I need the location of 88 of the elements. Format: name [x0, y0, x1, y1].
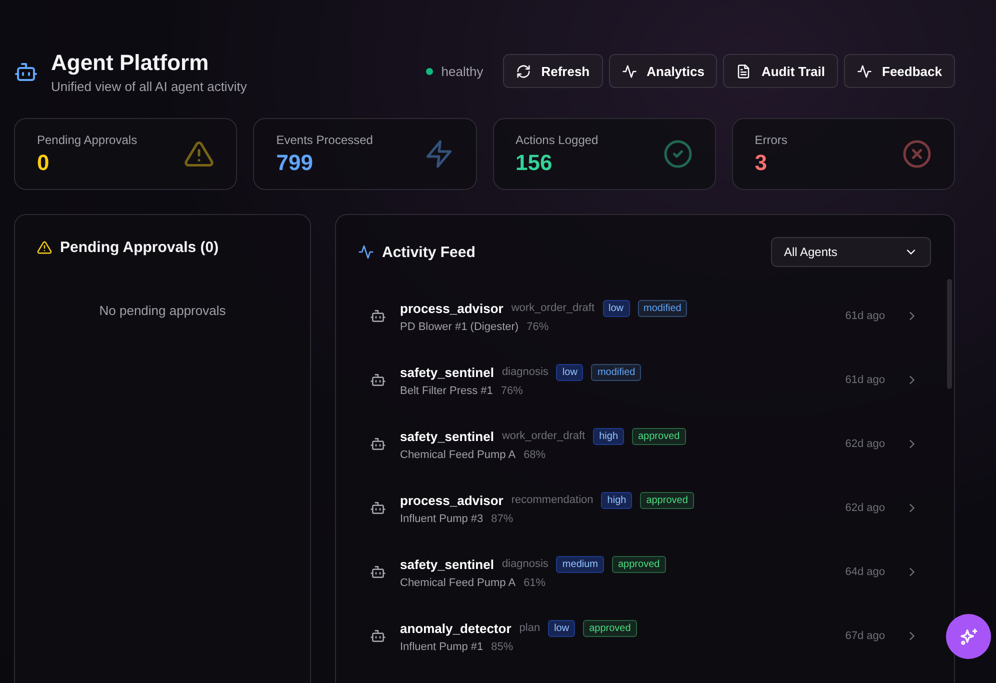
status-tag: approved: [632, 428, 686, 444]
time-ago: 61d ago: [845, 310, 885, 322]
sparkles-icon: [958, 626, 978, 646]
agent-name: safety_sentinel: [400, 364, 494, 380]
priority-tag: low: [556, 364, 584, 380]
priority-tag: high: [593, 428, 624, 444]
toolbar-button[interactable]: Refresh: [503, 54, 603, 88]
activity-row[interactable]: safety_sentinel diagnosis low modified Belt Filter Press #1 76% 61d ago: [358, 348, 931, 412]
robot-icon: [370, 564, 386, 580]
agent-filter-dropdown[interactable]: All Agents: [771, 237, 931, 267]
stat-label: Actions Logged: [516, 132, 598, 146]
robot-icon: [370, 372, 386, 388]
status-tag: approved: [583, 620, 637, 636]
event-type: diagnosis: [502, 558, 548, 570]
document-icon: [736, 64, 752, 78]
status-tag: approved: [612, 556, 666, 572]
confidence: 68%: [524, 448, 546, 460]
priority-tag: low: [602, 300, 630, 316]
activity-row[interactable]: process_advisor recommendation high approved Influent Pump #3 87% 62d ago: [358, 476, 931, 540]
pulse-icon: [358, 244, 374, 260]
panel-title: Activity Feed: [382, 244, 476, 260]
agent-name: safety_sentinel: [400, 428, 494, 444]
event-type: plan: [519, 622, 540, 634]
activity-row[interactable]: safety_sentinel work_order_draft high approved Chemical Feed Pump A 68% 62d ago: [358, 412, 931, 476]
confidence: 76%: [526, 320, 549, 332]
stat-value: 799: [276, 150, 314, 176]
stat-value: 156: [516, 150, 554, 176]
activity-row[interactable]: anomaly_detector plan low approved Influent Pump #1 85% 67d ago: [358, 604, 931, 668]
activity-row[interactable]: process_advisor work_order_draft low modified PD Blower #1 (Digester) 76% 61d ago: [358, 284, 931, 348]
agent-name: anomaly_detector: [400, 620, 512, 636]
pulse-icon: [857, 64, 872, 78]
stat-label: Errors: [754, 132, 788, 146]
confidence: 76%: [500, 384, 523, 396]
page-title: Agent Platform: [51, 50, 210, 76]
panel-title: Pending Approvals (0): [60, 239, 219, 256]
agent-name: process_advisor: [400, 492, 504, 508]
health-status: healthy: [441, 64, 484, 78]
asset-name: Influent Pump #3: [400, 512, 484, 524]
event-type: work_order_draft: [511, 302, 594, 314]
asset-name: Chemical Feed Pump A: [400, 576, 516, 588]
robot-icon: [370, 436, 386, 452]
agent-name: process_advisor: [400, 300, 504, 316]
toolbar-button[interactable]: Analytics: [608, 54, 718, 88]
scrollbar-thumb[interactable]: [947, 279, 952, 389]
asset-name: Chemical Feed Pump A: [400, 448, 516, 460]
warning-icon: [37, 240, 52, 255]
stat-value: 0: [37, 150, 50, 176]
activity-row[interactable]: safety_sentinel diagnosis medium approved Chemical Feed Pump A 61% 64d ago: [358, 540, 931, 604]
toolbar-button[interactable]: Feedback: [844, 54, 955, 88]
asset-name: Influent Pump #1: [400, 640, 484, 652]
time-ago: 64d ago: [845, 566, 885, 578]
status-tag: modified: [591, 364, 642, 380]
robot-icon: [370, 628, 386, 644]
asset-name: Belt Filter Press #1: [400, 384, 493, 396]
time-ago: 62d ago: [845, 502, 885, 514]
check-circle-icon: [662, 139, 693, 169]
status-dot-icon: [426, 68, 434, 74]
priority-tag: high: [601, 492, 632, 508]
warning-icon: [184, 139, 214, 169]
refresh-icon: [516, 64, 532, 78]
time-ago: 61d ago: [845, 374, 885, 386]
event-type: work_order_draft: [502, 430, 586, 442]
status-tag: approved: [640, 492, 694, 508]
lightning-icon: [424, 139, 454, 169]
time-ago: 62d ago: [845, 438, 885, 450]
pulse-icon: [622, 64, 637, 78]
stat-label: Events Processed: [276, 132, 373, 146]
ai-assistant-button[interactable]: [946, 614, 991, 659]
status-tag: modified: [638, 300, 688, 316]
confidence: 87%: [491, 512, 514, 524]
event-type: diagnosis: [502, 366, 548, 378]
toolbar-button[interactable]: Audit Trail: [723, 54, 838, 88]
priority-tag: medium: [556, 556, 604, 572]
robot-icon: [370, 500, 386, 516]
page-subtitle: Unified view of all AI agent activity: [51, 79, 247, 94]
event-type: recommendation: [511, 494, 594, 506]
stat-value: 3: [754, 150, 768, 176]
stat-label: Pending Approvals: [37, 132, 138, 146]
robot-icon: [370, 308, 386, 324]
agent-name: safety_sentinel: [400, 556, 494, 572]
time-ago: 67d ago: [845, 630, 885, 642]
confidence: 85%: [491, 640, 514, 652]
confidence: 61%: [524, 576, 546, 588]
empty-message: No pending approvals: [98, 303, 227, 318]
priority-tag: low: [548, 620, 576, 636]
robot-icon: [14, 60, 38, 84]
asset-name: PD Blower #1 (Digester): [400, 320, 519, 332]
x-circle-icon: [902, 139, 932, 169]
